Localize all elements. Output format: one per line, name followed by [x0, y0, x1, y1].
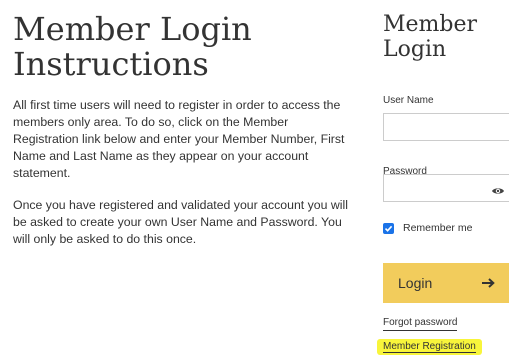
instructions-title: Member Login Instructions — [13, 10, 252, 83]
username-input[interactable] — [383, 113, 509, 141]
eye-icon[interactable] — [491, 183, 505, 194]
login-button-label: Login — [398, 275, 433, 291]
remember-me-checkbox[interactable] — [383, 222, 394, 234]
checkmark-icon — [384, 225, 393, 232]
login-title: Member Login — [383, 12, 478, 62]
remember-me-row[interactable]: Remember me — [383, 222, 472, 234]
remember-me-label: Remember me — [403, 222, 473, 234]
instructions-paragraph-1: All first time users will need to regist… — [13, 98, 345, 180]
login-panel: Member Login User Name Password Remember… — [377, 12, 509, 355]
member-registration-label: Member Registration — [383, 341, 476, 353]
arrow-right-icon — [481, 277, 495, 292]
login-button[interactable]: Login — [383, 263, 509, 303]
forgot-password-link[interactable]: Forgot password — [383, 317, 458, 331]
instructions-section: Member Login Instructions All first time… — [13, 12, 353, 248]
instructions-paragraph-2: Once you have registered and validated y… — [13, 198, 348, 246]
member-registration-link[interactable]: Member Registration — [377, 339, 482, 355]
username-label: User Name — [383, 95, 434, 106]
